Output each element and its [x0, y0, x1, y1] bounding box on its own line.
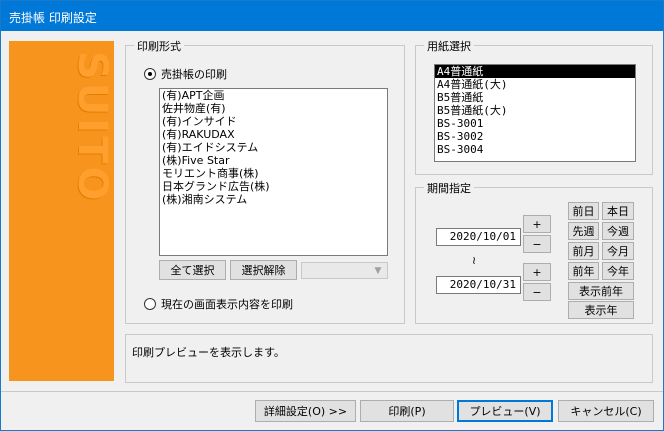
- select-all-button[interactable]: 全て選択: [159, 260, 226, 280]
- paper-list-item[interactable]: B5普通紙(大): [435, 104, 635, 117]
- paper-list-item[interactable]: BS-3002: [435, 130, 635, 143]
- end-date-minus-button[interactable]: −: [523, 283, 551, 301]
- period-group: 期間指定 2020/10/01 + − ≀ 2020/10/31 + − 前日 …: [415, 180, 653, 324]
- brand-logo-panel: SUITO: [9, 41, 114, 381]
- this-week-button[interactable]: 今週: [602, 222, 634, 240]
- start-date-field[interactable]: 2020/10/01: [436, 228, 521, 246]
- today-button[interactable]: 本日: [602, 202, 634, 220]
- radio-print-screen[interactable]: 現在の画面表示内容を印刷: [144, 296, 293, 312]
- prev-week-button[interactable]: 先週: [568, 222, 599, 240]
- dialog-body: SUITO 印刷形式 売掛帳の印刷 (有)APT企画 佐井物産(有) (有)インサイ…: [1, 31, 663, 430]
- end-date-plus-button[interactable]: +: [523, 263, 551, 281]
- customer-list-item[interactable]: (株)湘南システム: [160, 193, 387, 206]
- detail-settings-button[interactable]: 詳細設定(O) >>: [255, 400, 356, 422]
- status-message: 印刷プレビューを表示します。: [132, 346, 285, 359]
- radio-unselected-indicator[interactable]: [144, 298, 156, 310]
- print-settings-window: 売掛帳 印刷設定 SUITO 印刷形式 売掛帳の印刷 (有)APT企画 佐井物産(…: [0, 0, 664, 431]
- customer-list-item[interactable]: 日本グランド広告(株): [160, 180, 387, 193]
- end-date-field[interactable]: 2020/10/31: [436, 276, 521, 294]
- customer-listbox[interactable]: (有)APT企画 佐井物産(有) (有)インサイド (有)RAKUDAX (有)エイドシ…: [159, 88, 388, 256]
- show-prev-year-button[interactable]: 表示前年: [568, 282, 634, 300]
- this-year-button[interactable]: 今年: [602, 262, 634, 280]
- customer-list-item[interactable]: (有)エイドシステム: [160, 141, 387, 154]
- title-bar[interactable]: 売掛帳 印刷設定: [1, 1, 663, 31]
- paper-list-item[interactable]: BS-3004: [435, 143, 635, 156]
- print-format-group: 印刷形式 売掛帳の印刷 (有)APT企画 佐井物産(有) (有)インサイド (有)RA…: [125, 38, 405, 324]
- brand-logo-text: SUITO: [69, 51, 114, 204]
- paper-list-item[interactable]: A4普通紙: [435, 65, 635, 78]
- deselect-button[interactable]: 選択解除: [230, 260, 297, 280]
- range-separator: ≀: [472, 254, 477, 267]
- print-button[interactable]: 印刷(P): [360, 400, 454, 422]
- print-format-label: 印刷形式: [134, 38, 184, 54]
- radio-print-screen-label: 現在の画面表示内容を印刷: [161, 298, 293, 311]
- paper-select-group: 用紙選択 A4普通紙 A4普通紙(大) B5普通紙 B5普通紙(大) BS-3001 BS…: [415, 38, 653, 175]
- customer-list-item[interactable]: モリエント商事(株): [160, 167, 387, 180]
- status-message-area: 印刷プレビューを表示します。: [125, 334, 653, 383]
- show-year-button[interactable]: 表示年: [568, 301, 634, 319]
- preview-button[interactable]: プレビュー(V): [457, 400, 553, 422]
- paper-list-item[interactable]: A4普通紙(大): [435, 78, 635, 91]
- window-title: 売掛帳 印刷設定: [9, 11, 97, 25]
- radio-selected-indicator[interactable]: [144, 68, 156, 80]
- chevron-down-icon[interactable]: ▼: [370, 264, 386, 278]
- period-label: 期間指定: [424, 180, 474, 196]
- paper-list-item[interactable]: BS-3001: [435, 117, 635, 130]
- this-month-button[interactable]: 今月: [602, 242, 634, 260]
- paper-list-item[interactable]: B5普通紙: [435, 91, 635, 104]
- footer-divider: [1, 391, 663, 392]
- paper-listbox[interactable]: A4普通紙 A4普通紙(大) B5普通紙 B5普通紙(大) BS-3001 BS-3002…: [434, 64, 636, 162]
- radio-print-ledger[interactable]: 売掛帳の印刷: [144, 66, 227, 82]
- prev-year-button[interactable]: 前年: [568, 262, 599, 280]
- customer-list-item[interactable]: (有)RAKUDAX: [160, 128, 387, 141]
- customer-list-item[interactable]: (株)Five Star: [160, 154, 387, 167]
- prev-month-button[interactable]: 前月: [568, 242, 599, 260]
- start-date-minus-button[interactable]: −: [523, 235, 551, 253]
- cancel-button[interactable]: キャンセル(C): [558, 400, 654, 422]
- radio-print-ledger-label: 売掛帳の印刷: [161, 68, 227, 81]
- paper-select-label: 用紙選択: [424, 38, 474, 54]
- customer-filter-combo[interactable]: ▼: [301, 262, 388, 279]
- start-date-plus-button[interactable]: +: [523, 215, 551, 233]
- customer-list-item[interactable]: 佐井物産(有): [160, 102, 387, 115]
- prev-day-button[interactable]: 前日: [568, 202, 599, 220]
- customer-list-item[interactable]: (有)APT企画: [160, 89, 387, 102]
- customer-list-item[interactable]: (有)インサイド: [160, 115, 387, 128]
